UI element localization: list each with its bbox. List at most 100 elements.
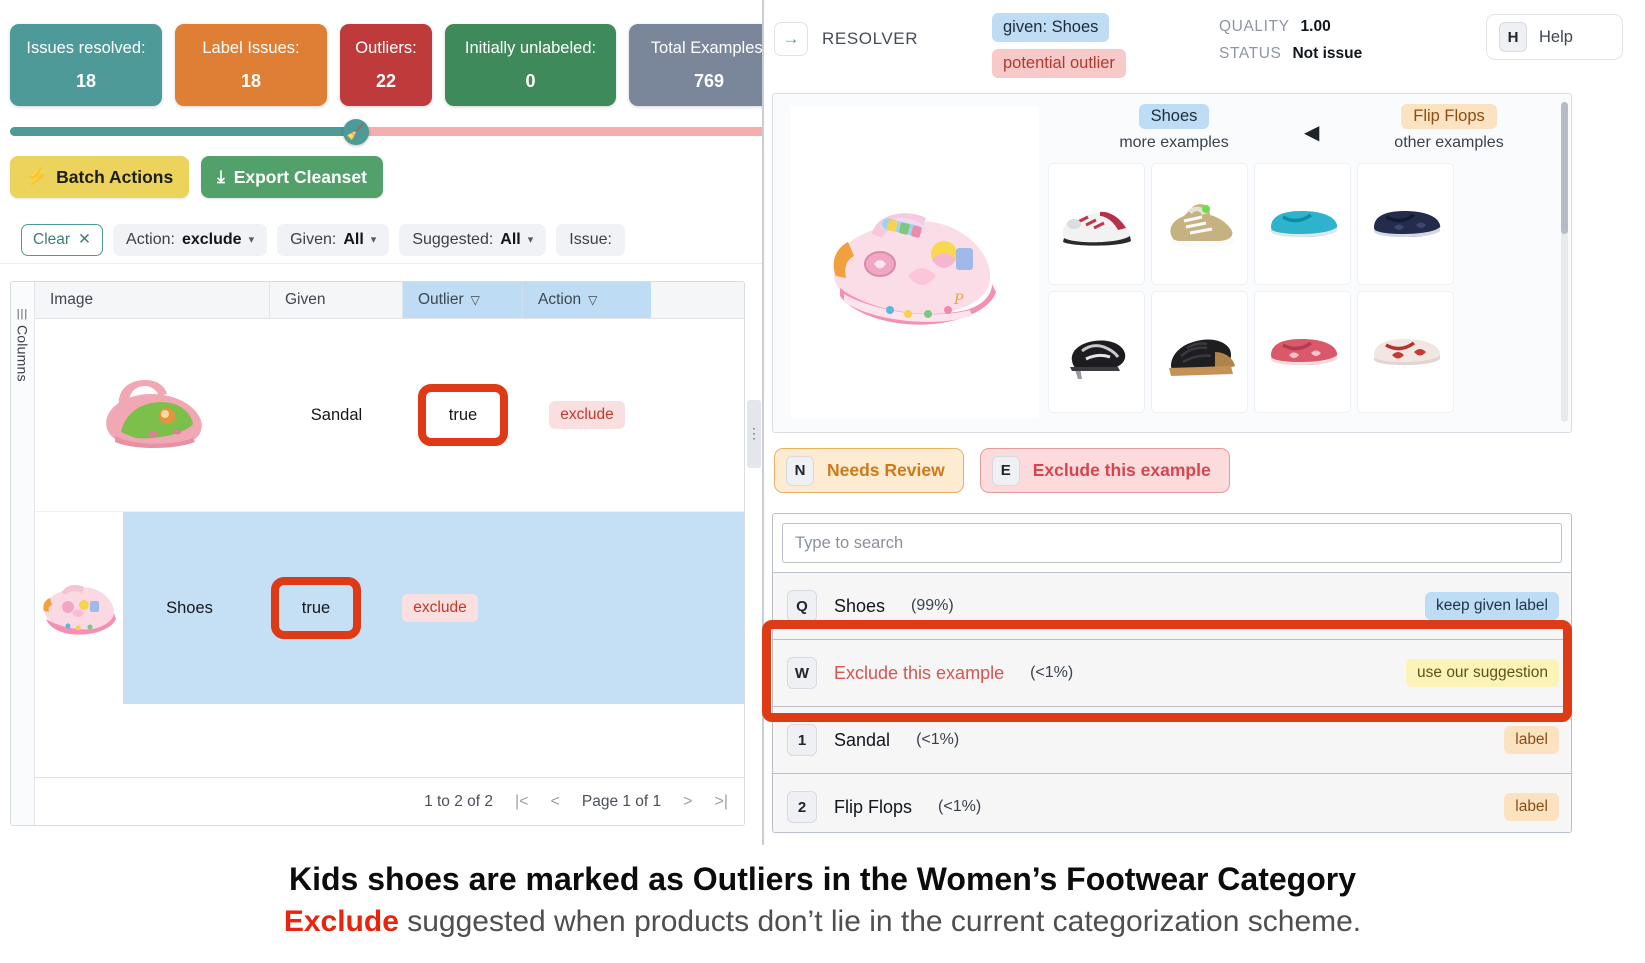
panel-split-handle[interactable]: ⋮	[747, 400, 761, 468]
arrow-right-icon[interactable]: →	[774, 22, 808, 56]
examples-thumbnail-grid	[1049, 164, 1561, 412]
row-given-value: Sandal	[310, 405, 363, 424]
stat-label: Label Issues:	[202, 39, 300, 57]
column-header-given-label: Given	[285, 291, 326, 308]
status-value: Not issue	[1292, 45, 1363, 62]
stat-card-outliers: Outliers: 22	[340, 24, 432, 106]
row-image-cell	[35, 319, 270, 511]
stat-value: 22	[375, 71, 397, 91]
left-panel: Issues resolved: 18 Label Issues: 18 Out…	[0, 0, 790, 845]
row-outlier-value: true	[301, 598, 331, 617]
triangle-left-icon[interactable]: ◀	[1304, 120, 1319, 145]
row-action-cell[interactable]: exclude	[376, 512, 504, 704]
table-body-wrapper: Image Given Outlier ▽ Action ▽ Sandal tr…	[35, 282, 744, 825]
keep-given-label-badge[interactable]: keep given label	[1424, 592, 1559, 620]
filter-given[interactable]: Given: All ▾	[277, 223, 390, 256]
first-page-icon[interactable]: |<	[515, 793, 529, 811]
suggestion-percent: (99%)	[911, 597, 954, 614]
examples-group-flipflops: Flip Flops other examples	[1334, 104, 1564, 152]
column-header-action[interactable]: Action ▽	[523, 282, 651, 318]
table-row[interactable]: Sandal true exclude	[35, 319, 744, 512]
filter-funnel-icon[interactable]: ▽	[471, 293, 480, 307]
needs-review-button[interactable]: N Needs Review	[774, 448, 964, 493]
app-screenshot: Issues resolved: 18 Label Issues: 18 Out…	[0, 0, 1645, 963]
filter-suggested[interactable]: Suggested: All ▾	[399, 223, 547, 256]
progress-knob[interactable]: 🧹	[342, 119, 369, 145]
review-buttons: N Needs Review E Exclude this example	[774, 448, 1230, 493]
column-header-image[interactable]: Image	[35, 282, 270, 318]
exclude-example-button[interactable]: E Exclude this example	[979, 448, 1230, 493]
table-header-row: Image Given Outlier ▽ Action ▽	[35, 282, 744, 319]
pink-princess-shoe-large-image: P	[833, 213, 996, 325]
column-header-outlier[interactable]: Outlier ▽	[403, 282, 523, 318]
label-badge[interactable]: label	[1504, 726, 1559, 754]
thumbnail-black-wedge-strappy-sandal[interactable]	[1152, 292, 1247, 412]
suggestions-list: Q Shoes (99%) keep given label W Exclude…	[773, 572, 1571, 832]
progress-fill	[10, 127, 356, 136]
resolver-header: → RESOLVER given: Shoes potential outlie…	[764, 0, 1645, 92]
thumbnail-teal-flip-flop[interactable]	[1255, 164, 1350, 284]
stats-row: Issues resolved: 18 Label Issues: 18 Out…	[10, 24, 789, 106]
filter-suggested-key: Suggested:	[412, 230, 494, 248]
stat-card-initially-unlabeled: Initially unlabeled: 0	[445, 24, 616, 106]
next-page-icon[interactable]: >	[683, 793, 692, 811]
action-badge: exclude	[549, 401, 625, 429]
stat-value: 769	[693, 71, 725, 91]
pagination-page: Page 1 of 1	[581, 792, 662, 810]
columns-rail-button[interactable]: ||| Columns	[11, 282, 35, 825]
examples-column	[1358, 164, 1453, 412]
filter-funnel-icon[interactable]: ▽	[588, 293, 597, 307]
examples-group-shoes-tag: Shoes	[1138, 104, 1210, 129]
thumbnail-gold-white-high-top-sneaker[interactable]	[1152, 164, 1247, 284]
potential-outlier-tag: potential outlier	[992, 49, 1126, 78]
thumbnail-white-red-running-shoe[interactable]	[1049, 164, 1144, 284]
suggestion-shortcut-key: Q	[787, 590, 817, 622]
search-input[interactable]	[782, 523, 1562, 563]
table-row[interactable]: Shoes true exclude	[35, 512, 744, 704]
batch-actions-label: Batch Actions	[56, 166, 174, 187]
examples-group-shoes: Shoes more examples	[1059, 104, 1289, 152]
thumbnail-red-printed-flip-flop[interactable]	[1255, 292, 1350, 412]
quality-value: 1.00	[1300, 18, 1331, 35]
examples-header-row: Shoes more examples ◀ Flip Flops other e…	[1049, 104, 1563, 162]
quality-row: QUALITY 1.00	[1219, 18, 1362, 36]
column-header-outlier-label: Outlier	[418, 291, 464, 308]
stat-card-label-issues: Label Issues: 18	[175, 24, 327, 106]
filter-issue[interactable]: Issue:	[556, 223, 625, 256]
thumbnail-red-white-printed-flip-flop[interactable]	[1358, 292, 1453, 412]
batch-actions-button[interactable]: ⚡ Batch Actions	[10, 156, 190, 198]
examples-group-flipflops-tag: Flip Flops	[1401, 104, 1497, 129]
row-outlier-cell: true	[256, 512, 376, 704]
filter-action[interactable]: Action: exclude ▾	[113, 223, 268, 256]
suggestion-item-flip-flops[interactable]: 2 Flip Flops (<1%) label	[773, 774, 1571, 832]
suggestion-item-sandal[interactable]: 1 Sandal (<1%) label	[773, 707, 1571, 774]
row-action-cell[interactable]: exclude	[523, 319, 651, 511]
thumbnail-navy-flip-flop[interactable]	[1358, 164, 1453, 284]
examples-scrollbar[interactable]	[1561, 102, 1568, 422]
clear-filters-button[interactable]: Clear ✕	[21, 223, 104, 256]
suggestion-item-shoes[interactable]: Q Shoes (99%) keep given label	[773, 573, 1571, 640]
help-button[interactable]: H Help	[1486, 14, 1623, 60]
chevron-down-icon: ▾	[248, 234, 255, 246]
prev-page-icon[interactable]: <	[551, 793, 560, 811]
suggestion-item-exclude[interactable]: W Exclude this example (<1%) use our sug…	[773, 640, 1571, 707]
use-our-suggestion-badge[interactable]: use our suggestion	[1406, 659, 1559, 687]
column-header-given[interactable]: Given	[270, 282, 403, 318]
cleanup-progress-slider[interactable]: 🧹	[10, 119, 778, 145]
column-header-spacer	[651, 282, 744, 318]
suggestion-label: Sandal	[834, 729, 891, 750]
examples-group-shoes-sub: more examples	[1119, 134, 1229, 151]
help-shortcut-key: H	[1499, 22, 1527, 52]
export-cleanset-button[interactable]: ⤓ Export Cleanset	[201, 156, 383, 198]
thumbnail-black-silver-heel-sandal[interactable]	[1049, 292, 1144, 412]
row-image-cell	[35, 512, 123, 704]
table-pagination: 1 to 2 of 2 |< < Page 1 of 1 > >|	[35, 777, 744, 825]
row-given-value: Shoes	[166, 598, 213, 617]
status-row: STATUS Not issue	[1219, 45, 1362, 63]
clear-label: Clear	[33, 230, 71, 248]
action-buttons: ⚡ Batch Actions ⤓ Export Cleanset	[10, 156, 383, 198]
exclude-example-label: Exclude this example	[1032, 460, 1211, 480]
last-page-icon[interactable]: >|	[715, 793, 729, 811]
resolver-panel: → RESOLVER given: Shoes potential outlie…	[762, 0, 1645, 845]
label-badge[interactable]: label	[1504, 793, 1559, 821]
